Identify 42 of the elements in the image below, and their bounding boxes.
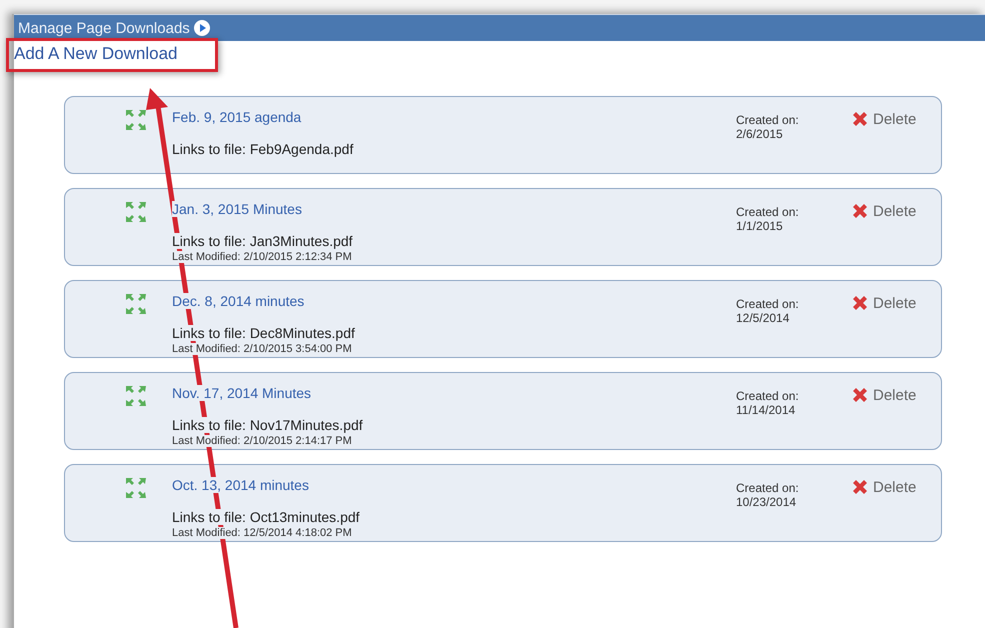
last-modified-text: Last Modified: 2/10/2015 2:12:34 PM (172, 251, 352, 263)
created-date: 1/1/2015 (736, 219, 784, 233)
download-title-link[interactable]: Feb. 9, 2015 agenda (172, 109, 302, 125)
download-title-link[interactable]: Nov. 17, 2014 Minutes (172, 385, 312, 401)
delete-link[interactable]: Delete (851, 201, 916, 221)
created-date: 2/6/2015 (736, 127, 784, 141)
close-icon (851, 386, 869, 404)
expand-icon[interactable] (125, 477, 147, 499)
close-icon (851, 110, 869, 128)
expand-icon[interactable] (125, 385, 147, 407)
file-link-text: Links to file: Oct13minutes.pdf (172, 509, 360, 525)
file-link-text: Links to file: Jan3Minutes.pdf (172, 233, 353, 249)
created-date: 10/23/2014 (736, 495, 798, 509)
expand-icon[interactable] (125, 109, 147, 131)
file-link-text: Links to file: Feb9Agenda.pdf (172, 141, 354, 157)
expand-icon[interactable] (125, 201, 147, 223)
delete-link[interactable]: Delete (851, 385, 916, 405)
last-modified-text: Last Modified: 2/10/2015 3:54:00 PM (172, 343, 352, 355)
created-date: 11/14/2014 (736, 403, 796, 417)
close-icon (851, 202, 869, 220)
add-download-link[interactable]: Add A New Download (14, 44, 178, 63)
delete-link[interactable]: Delete (851, 293, 916, 313)
download-title-link[interactable]: Oct. 13, 2014 minutes (172, 477, 309, 493)
created-label: Created on: (736, 389, 800, 403)
last-modified-text: Last Modified: 2/10/2015 2:14:17 PM (172, 435, 352, 447)
window-title: Manage Page Downloads (18, 20, 190, 36)
file-link-text: Links to file: Nov17Minutes.pdf (172, 417, 363, 433)
download-title-link[interactable]: Dec. 8, 2014 minutes (172, 293, 304, 309)
created-label: Created on: (736, 481, 800, 495)
created-label: Created on: (736, 113, 800, 127)
last-modified-text: Last Modified: 12/5/2014 4:18:02 PM (172, 527, 352, 539)
expand-icon[interactable] (125, 293, 147, 315)
download-title-link[interactable]: Jan. 3, 2015 Minutes (172, 201, 302, 217)
close-icon (851, 478, 869, 496)
delete-link[interactable]: Delete (851, 477, 916, 497)
play-icon[interactable] (194, 20, 210, 36)
created-date: 12/5/2014 (736, 311, 790, 325)
delete-link[interactable]: Delete (851, 109, 916, 129)
created-label: Created on: (736, 297, 800, 311)
created-label: Created on: (736, 205, 800, 219)
close-icon (851, 294, 869, 312)
file-link-text: Links to file: Dec8Minutes.pdf (172, 325, 355, 341)
